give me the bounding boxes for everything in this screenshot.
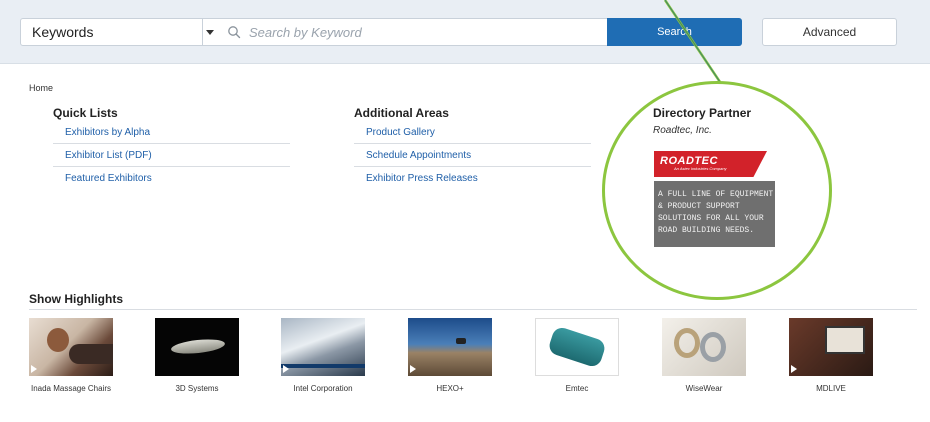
link-schedule-appointments[interactable]: Schedule Appointments: [354, 144, 591, 167]
highlight-item[interactable]: WiseWear: [662, 318, 746, 393]
chevron-down-icon[interactable]: [206, 30, 214, 35]
search-button[interactable]: Search: [607, 18, 742, 46]
link-featured-exhibitors[interactable]: Featured Exhibitors: [53, 167, 290, 190]
snowboard-photo: [281, 318, 365, 376]
massage-chair-photo: [29, 318, 113, 376]
device-photo: [535, 318, 619, 376]
quick-lists-title: Quick Lists: [53, 106, 118, 120]
highlight-item[interactable]: HEXO+: [408, 318, 492, 393]
highlight-label: 3D Systems: [175, 384, 219, 393]
partner-ad-banner[interactable]: ROADTEC An Astec Industries Company A FU…: [654, 147, 775, 247]
play-icon: [283, 365, 289, 373]
play-icon: [791, 365, 797, 373]
highlight-label: Emtec: [565, 384, 589, 393]
link-exhibitors-by-alpha[interactable]: Exhibitors by Alpha: [53, 121, 290, 144]
quick-lists: Exhibitors by Alpha Exhibitor List (PDF)…: [53, 121, 290, 190]
category-select[interactable]: Keywords: [21, 19, 203, 45]
link-exhibitor-list-pdf[interactable]: Exhibitor List (PDF): [53, 144, 290, 167]
play-icon: [410, 365, 416, 373]
additional-areas-title: Additional Areas: [354, 106, 449, 120]
3d-print-photo: [155, 318, 239, 376]
ad-logo-subtext: An Astec Industries Company: [674, 166, 727, 171]
additional-areas: Product Gallery Schedule Appointments Ex…: [354, 121, 591, 190]
link-exhibitor-press-releases[interactable]: Exhibitor Press Releases: [354, 167, 591, 190]
search-input[interactable]: [249, 19, 627, 45]
highlight-item[interactable]: Emtec: [535, 318, 619, 393]
drone-photo: [408, 318, 492, 376]
category-select-toggle[interactable]: [181, 19, 221, 45]
divider: [29, 309, 917, 310]
ad-tagline: A FULL LINE OF EQUIPMENT & PRODUCT SUPPO…: [658, 190, 774, 235]
highlight-label: HEXO+: [436, 384, 464, 393]
partner-name[interactable]: Roadtec, Inc.: [653, 125, 712, 136]
bracelet-photo: [662, 318, 746, 376]
roadtec-logo: ROADTEC An Astec Industries Company: [660, 155, 727, 171]
show-highlights-title: Show Highlights: [29, 292, 123, 306]
advanced-search-button[interactable]: Advanced: [762, 18, 897, 46]
search-bar: Keywords Search Advanced: [0, 0, 930, 64]
highlight-label: MDLIVE: [816, 384, 846, 393]
highlight-label: WiseWear: [685, 384, 723, 393]
laptop-photo: [789, 318, 873, 376]
link-product-gallery[interactable]: Product Gallery: [354, 121, 591, 144]
play-icon: [31, 365, 37, 373]
highlight-item[interactable]: 3D Systems: [155, 318, 239, 393]
breadcrumb[interactable]: Home: [29, 83, 53, 93]
ad-header: ROADTEC An Astec Industries Company: [654, 147, 775, 181]
highlight-label: Intel Corporation: [293, 384, 353, 393]
highlight-item[interactable]: Intel Corporation: [281, 318, 365, 393]
highlight-label: Inada Massage Chairs: [30, 384, 112, 393]
search-icon: [228, 26, 241, 39]
directory-partner-title: Directory Partner: [653, 106, 752, 120]
highlight-item[interactable]: MDLIVE: [789, 318, 873, 393]
highlight-item[interactable]: Inada Massage Chairs: [29, 318, 113, 393]
